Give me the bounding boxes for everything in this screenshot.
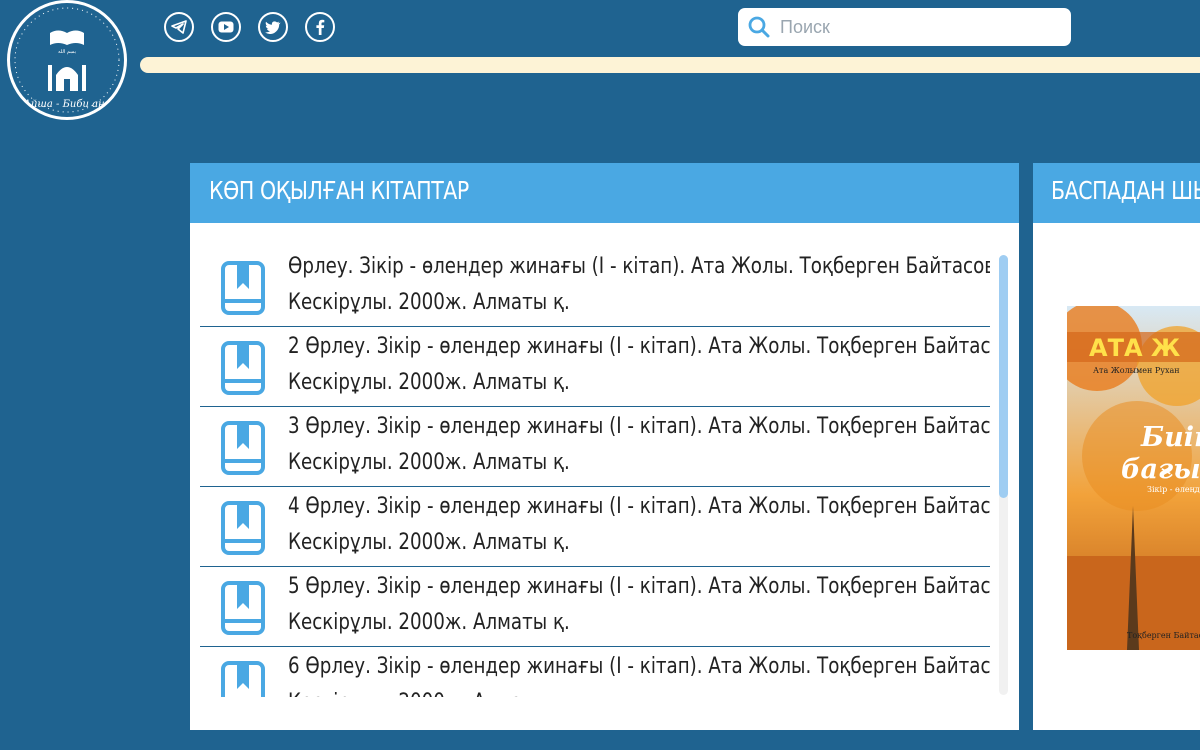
book-title-line1: 6 Өрлеу. Зікір - өлендер жинағы (I - кіт… <box>288 654 990 679</box>
scrollbar[interactable] <box>999 255 1008 695</box>
book-icon <box>221 501 265 555</box>
book-list-item[interactable]: 3 Өрлеу. Зікір - өлендер жинағы (I - кіт… <box>200 407 990 487</box>
book-list-item[interactable]: 6 Өрлеу. Зікір - өлендер жинағы (I - кіт… <box>200 647 990 697</box>
book-title[interactable]: 2 Өрлеу. Зікір - өлендер жинағы (I - кіт… <box>288 329 990 401</box>
book-title-line2: Кескірұлы. 2000ж. Алматы қ. <box>288 290 570 315</box>
book-title-line1: 4 Өрлеу. Зікір - өлендер жинағы (I - кіт… <box>288 494 990 519</box>
book-title[interactable]: 4 Өрлеу. Зікір - өлендер жинағы (I - кіт… <box>288 489 990 561</box>
book-title[interactable]: 6 Өрлеу. Зікір - өлендер жинағы (I - кіт… <box>288 649 990 697</box>
site-logo[interactable]: ﺑﺴﻢ ﺍﻟﻠﻪ Айша - Биби ана <box>7 0 127 120</box>
search-icon[interactable] <box>738 8 780 46</box>
facebook-icon[interactable] <box>305 12 335 42</box>
cover-title-a: Биік <box>1140 422 1200 453</box>
book-cover[interactable]: АТА Ж Ата Жолымен Рухан Биік бағын Зікір… <box>1067 306 1200 650</box>
scrollbar-thumb[interactable] <box>999 255 1008 498</box>
book-title[interactable]: 5 Өрлеу. Зікір - өлендер жинағы (I - кіт… <box>288 569 990 641</box>
book-list-item[interactable]: 4 Өрлеу. Зікір - өлендер жинағы (I - кіт… <box>200 487 990 567</box>
book-title-line1: 2 Өрлеу. Зікір - өлендер жинағы (I - кіт… <box>288 334 990 359</box>
book-icon <box>221 341 265 395</box>
book-icon <box>221 421 265 475</box>
book-icon <box>221 661 265 697</box>
cover-top-title: АТА Ж <box>1089 334 1181 362</box>
telegram-icon[interactable] <box>164 12 194 42</box>
logo-text: Айша - Биби ана <box>22 99 110 110</box>
book-list-item[interactable]: 5 Өрлеу. Зікір - өлендер жинағы (I - кіт… <box>200 567 990 647</box>
books-list: Өрлеу. Зікір - өлендер жинағы (I - кітап… <box>200 247 990 697</box>
published-books-panel: БАСПАДАН ШЫ АТА Ж Ата Жолымен Рухан Биік… <box>1033 163 1200 730</box>
book-title-line1: 3 Өрлеу. Зікір - өлендер жинағы (I - кіт… <box>288 414 990 439</box>
book-icon <box>221 261 265 315</box>
book-title-line2: Кескірұлы. 2000ж. Алматы қ. <box>288 610 570 635</box>
search-input[interactable] <box>780 16 1071 38</box>
book-list-item[interactable]: Өрлеу. Зікір - өлендер жинағы (I - кітап… <box>200 247 990 327</box>
book-icon <box>221 581 265 635</box>
book-title-line2: Кескірұлы. 2000ж. Алматы қ. <box>288 450 570 475</box>
popular-books-panel: КӨП ОҚЫЛҒАН КІТАПТАР Өрлеу. Зікір - өлен… <box>190 163 1019 730</box>
book-title-line2: Кескірұлы. 2000ж. Алматы қ. <box>288 530 570 555</box>
book-title-line1: Өрлеу. Зікір - өлендер жинағы (I - кітап… <box>288 254 990 279</box>
twitter-icon[interactable] <box>258 12 288 42</box>
panel-heading: БАСПАДАН ШЫ <box>1033 163 1200 223</box>
book-title[interactable]: Өрлеу. Зікір - өлендер жинағы (I - кітап… <box>288 249 990 321</box>
svg-text:ﺑﺴﻢ ﺍﻟﻠﻪ: ﺑﺴﻢ ﺍﻟﻠﻪ <box>58 49 76 55</box>
search-box <box>738 8 1071 46</box>
header-accent-bar <box>140 57 1200 73</box>
cover-caption: Зікір - өлеңдер <box>1147 485 1200 494</box>
youtube-icon[interactable] <box>211 12 241 42</box>
cover-author: Тоқберген Байтасов <box>1127 631 1200 640</box>
panel-heading: КӨП ОҚЫЛҒАН КІТАПТАР <box>190 163 1019 223</box>
book-list-item[interactable]: 2 Өрлеу. Зікір - өлендер жинағы (I - кіт… <box>200 327 990 407</box>
cover-subtitle: Ата Жолымен Рухан <box>1093 366 1180 375</box>
social-links <box>164 12 335 42</box>
book-title-line2: Кескірұлы. 2000ж. Алматы қ. <box>288 685 869 697</box>
book-title[interactable]: 3 Өрлеу. Зікір - өлендер жинағы (I - кіт… <box>288 409 990 481</box>
book-title-line2: Кескірұлы. 2000ж. Алматы қ. <box>288 370 570 395</box>
book-title-line1: 5 Өрлеу. Зікір - өлендер жинағы (I - кіт… <box>288 574 990 599</box>
cover-title-b: бағын <box>1121 454 1200 485</box>
